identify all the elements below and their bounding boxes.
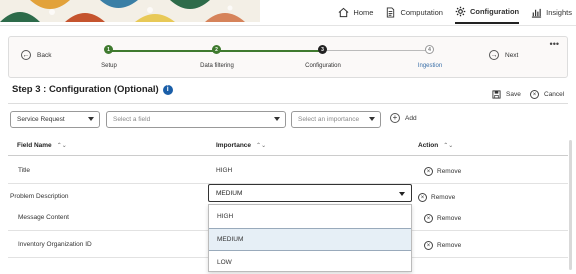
remove-button[interactable]: × Remove: [424, 241, 461, 250]
nav-insights[interactable]: Insights: [531, 0, 572, 24]
field-header-label: Field Name: [17, 142, 52, 149]
back-label: Back: [37, 51, 52, 59]
nav-computation[interactable]: Computation: [385, 0, 443, 24]
remove-label: Remove: [437, 242, 462, 249]
table-scrollbar[interactable]: [569, 140, 572, 270]
cancel-button[interactable]: × Cancel: [530, 90, 564, 99]
arrow-right-icon: →: [489, 50, 499, 60]
column-header-action[interactable]: Action ⌃⌄: [418, 142, 453, 149]
remove-label: Remove: [437, 168, 462, 175]
importance-dropdown-value: MEDIUM: [216, 189, 243, 197]
remove-label: Remove: [431, 194, 456, 201]
field-name-cell: Title: [18, 167, 31, 174]
field-name-cell: Inventory Organization ID: [18, 241, 92, 248]
wizard-step-4[interactable]: 4: [425, 45, 434, 54]
decorative-banner: [0, 0, 260, 22]
importance-header-label: Importance: [216, 142, 252, 149]
object-select[interactable]: Service Request: [10, 111, 100, 128]
action-header-label: Action: [418, 142, 439, 149]
info-icon[interactable]: i: [162, 84, 173, 95]
remove-label: Remove: [437, 215, 462, 222]
field-select[interactable]: Select a field: [106, 111, 286, 128]
column-header-importance[interactable]: Importance ⌃⌄: [216, 142, 266, 149]
plus-icon: +: [390, 113, 400, 123]
dropdown-option-low[interactable]: LOW: [209, 251, 411, 274]
dropdown-option-high[interactable]: HIGH: [209, 205, 411, 228]
importance-dropdown-trigger[interactable]: MEDIUM: [208, 184, 412, 202]
step-4-label: Ingestion: [417, 63, 443, 69]
wizard-step-2[interactable]: 2: [212, 45, 221, 54]
remove-button[interactable]: × Remove: [424, 167, 461, 176]
remove-button[interactable]: × Remove: [418, 193, 455, 202]
page-title: Step 3 : Configuration (Optional): [12, 84, 159, 95]
wizard-train: ← Back 1 2 3 4 Setup Data filtering Conf…: [8, 36, 568, 78]
chevron-down-icon: [88, 117, 94, 121]
nav-home-label: Home: [353, 7, 374, 17]
nav-insights-label: Insights: [546, 7, 572, 17]
close-icon: ×: [418, 193, 427, 202]
top-bar: Home Computation Configuration Insights: [0, 0, 576, 26]
sort-icon: ⌃⌄: [443, 143, 454, 149]
close-icon: ×: [530, 90, 539, 99]
remove-button[interactable]: × Remove: [424, 214, 461, 223]
field-name-cell: Message Content: [18, 214, 69, 221]
importance-select-placeholder: Select an importance: [298, 116, 360, 123]
sort-icon: ⌃⌄: [256, 143, 267, 149]
back-button[interactable]: ← Back: [21, 50, 51, 60]
close-icon: ×: [424, 167, 433, 176]
save-button[interactable]: Save: [492, 90, 521, 99]
step-1-label: Setup: [101, 63, 117, 69]
next-label: Next: [505, 51, 519, 59]
field-name-cell: Problem Description: [10, 193, 69, 200]
nav-home[interactable]: Home: [338, 0, 373, 24]
dropdown-option-medium[interactable]: MEDIUM: [209, 228, 411, 251]
table-header: Field Name ⌃⌄ Importance ⌃⌄ Action ⌃⌄: [8, 136, 568, 156]
close-icon: ×: [424, 214, 433, 223]
chevron-down-icon: [274, 117, 280, 121]
importance-select[interactable]: Select an importance: [291, 111, 381, 128]
cancel-label: Cancel: [544, 91, 565, 98]
save-label: Save: [506, 91, 521, 98]
step-3-number: 3: [321, 46, 324, 53]
table-row[interactable]: Title HIGH × Remove: [8, 158, 568, 184]
section-divider: [8, 103, 568, 104]
nav-configuration-label: Configuration: [469, 6, 520, 16]
gear-icon: [455, 6, 466, 16]
nav-computation-label: Computation: [400, 7, 443, 17]
add-label: Add: [405, 114, 417, 122]
bar-chart-icon: [532, 8, 542, 18]
step-3-label: Configuration: [305, 63, 341, 69]
caret-down-icon: [399, 192, 405, 196]
arrow-left-icon: ←: [21, 50, 31, 60]
home-icon: [339, 7, 349, 17]
chevron-down-icon: [369, 117, 375, 121]
importance-dropdown-list: HIGH MEDIUM LOW: [208, 204, 412, 272]
more-options-icon[interactable]: •••: [550, 39, 559, 49]
wizard-step-3[interactable]: 3: [318, 45, 327, 54]
step-1-number: 1: [107, 46, 110, 53]
step-2-number: 2: [215, 46, 218, 53]
sort-icon: ⌃⌄: [56, 143, 67, 149]
importance-cell: HIGH: [216, 167, 233, 174]
column-header-field[interactable]: Field Name ⌃⌄: [17, 142, 67, 149]
add-button[interactable]: + Add: [390, 113, 417, 123]
next-button[interactable]: → Next: [489, 50, 518, 60]
wizard-track-3: [322, 50, 429, 51]
wizard-step-1[interactable]: 1: [104, 45, 113, 54]
page-title-row: Step 3 : Configuration (Optional) i: [12, 84, 173, 95]
top-navigation: Home Computation Configuration Insights: [338, 0, 572, 24]
wizard-track-1: [109, 49, 217, 52]
field-select-placeholder: Select a field: [113, 116, 151, 123]
save-icon: [492, 90, 501, 99]
wizard-track-2: [217, 49, 322, 52]
step-4-number: 4: [428, 46, 431, 53]
step-2-label: Data filtering: [200, 63, 234, 69]
nav-configuration[interactable]: Configuration: [454, 0, 520, 24]
object-select-value: Service Request: [17, 116, 65, 123]
close-icon: ×: [424, 241, 433, 250]
document-icon: [387, 6, 395, 18]
